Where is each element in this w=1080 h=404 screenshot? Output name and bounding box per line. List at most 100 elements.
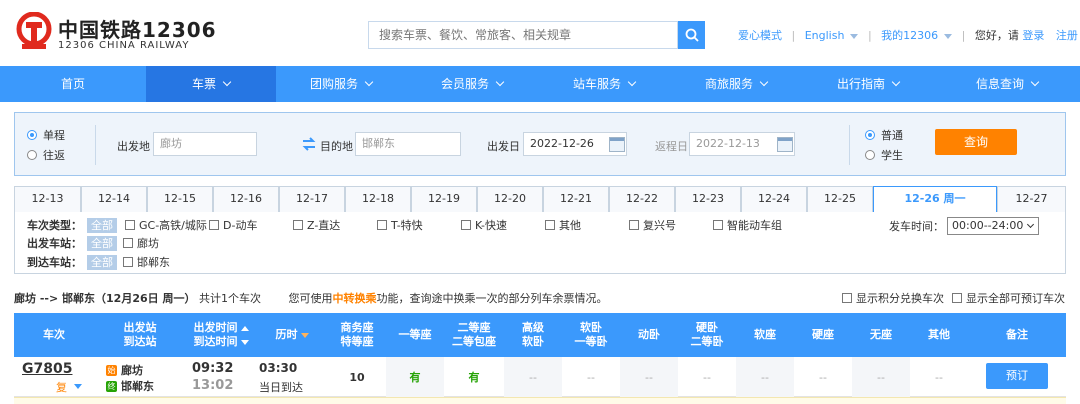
col-stations: 出发站 到达站 — [94, 313, 186, 357]
filter-label: 到达车站： — [27, 256, 82, 269]
ticket-normal-radio[interactable]: 普通 — [865, 127, 903, 143]
filter-type-z[interactable]: Z-直达 — [293, 217, 340, 233]
nav-item-label: 站车服务 — [572, 77, 621, 91]
swap-stations-icon[interactable] — [301, 136, 317, 152]
care-mode-link[interactable]: 爱心模式 — [738, 27, 782, 43]
date-tab[interactable]: 12-21 — [543, 186, 609, 212]
filter-all-button[interactable]: 全部 — [87, 217, 117, 233]
date-tab[interactable]: 12-14 — [81, 186, 147, 212]
nav-item-home[interactable]: 首页 — [0, 66, 146, 102]
nav-item-info[interactable]: 信息查询 — [934, 66, 1080, 102]
depart-time-select[interactable]: 00:00--24:00 — [947, 217, 1039, 235]
filter-from-station[interactable]: 廊坊 — [123, 235, 159, 251]
nav-item-tickets[interactable]: 车票 — [146, 66, 276, 102]
filter-all-button[interactable]: 全部 — [87, 235, 117, 251]
sort-up-icon — [240, 325, 249, 331]
query-button[interactable]: 查询 — [935, 129, 1017, 155]
trip-oneway-radio[interactable]: 单程 — [27, 127, 65, 143]
from-input[interactable]: 廊坊 — [153, 132, 257, 156]
date-tab[interactable]: 12-20 — [477, 186, 543, 212]
nav-item-group[interactable]: 团购服务 — [276, 66, 406, 102]
date-tab[interactable]: 12-22 — [609, 186, 675, 212]
radio-label: 普通 — [881, 129, 903, 142]
second-class-availability[interactable]: 有 — [444, 357, 504, 397]
date-tab[interactable]: 12-18 — [345, 186, 411, 212]
english-link[interactable]: English — [805, 29, 859, 42]
filter-option-label: 智能动车组 — [727, 219, 782, 232]
col-times-line1: 出发时间 — [193, 321, 238, 334]
chevron-down-icon — [759, 77, 769, 87]
filter-option-label: GC-高铁/城际 — [139, 219, 207, 232]
filter-type-k[interactable]: K-快速 — [461, 217, 507, 233]
nav-item-guide[interactable]: 出行指南 — [802, 66, 934, 102]
ticket-student-radio[interactable]: 学生 — [865, 147, 903, 163]
date-tab[interactable]: 12-25 — [807, 186, 873, 212]
filter-all-button[interactable]: 全部 — [87, 254, 117, 270]
train-number-link[interactable]: G7805 — [22, 361, 72, 377]
empty-cell: -- — [587, 370, 595, 384]
date-tab[interactable]: 12-27 — [997, 186, 1066, 212]
date-tab[interactable]: 12-13 — [14, 186, 81, 212]
register-link[interactable]: 注册 — [1056, 27, 1078, 43]
filter-type-smart[interactable]: 智能动车组 — [713, 217, 782, 233]
site-search-input[interactable]: 搜索车票、餐饮、常旅客、相关规章 — [368, 21, 678, 49]
filter-type-t[interactable]: T-特快 — [377, 217, 423, 233]
col-duration[interactable]: 历时 — [256, 313, 328, 357]
date-tab[interactable]: 12-16 — [213, 186, 279, 212]
transfer-hint-post: 功能，查询途中换乘一次的部分列车余票情况。 — [376, 292, 608, 305]
checkbox-icon — [209, 220, 219, 230]
calendar-icon[interactable] — [777, 137, 793, 152]
col-no-seat: 无座 — [870, 328, 892, 341]
nav-item-member[interactable]: 会员服务 — [406, 66, 538, 102]
show-points-checkbox[interactable]: 显示积分兑换车次 — [842, 290, 944, 306]
filter-to-station[interactable]: 邯郸东 — [123, 254, 170, 270]
trip-round-radio[interactable]: 往返 — [27, 147, 65, 163]
date-tab[interactable]: 12-19 — [411, 186, 477, 212]
filter-option-label: 廊坊 — [137, 237, 159, 250]
to-input[interactable]: 邯郸东 — [355, 132, 461, 156]
col-stations-line1: 出发站 — [123, 321, 157, 334]
transfer-link[interactable]: 中转换乘 — [332, 292, 376, 305]
my12306-link[interactable]: 我的12306 — [881, 27, 953, 43]
next-row-strip — [14, 397, 1066, 404]
link-separator: | — [867, 29, 872, 42]
filter-option-label: T-特快 — [391, 219, 423, 232]
col-hard-sleeper-line1: 硬卧 — [696, 321, 718, 334]
empty-cell: -- — [703, 370, 711, 384]
train-count: 共计1个车次 — [198, 292, 261, 305]
col-soft-sleeper-line2: 一等卧 — [574, 335, 608, 348]
filter-type-d[interactable]: D-动车 — [209, 217, 257, 233]
filter-type-fuxing[interactable]: 复兴号 — [629, 217, 676, 233]
chevron-down-icon — [627, 77, 637, 87]
login-link[interactable]: 登录 — [1022, 27, 1044, 43]
result-summary: 廊坊 --> 邯郸东（12月26日 周一） 共计1个车次 您可使用中转换乘功能，… — [14, 290, 607, 306]
first-class-availability[interactable]: 有 — [386, 357, 444, 397]
chevron-down-icon[interactable] — [74, 384, 82, 389]
filter-option-label: 复兴号 — [643, 219, 676, 232]
show-all-checkbox[interactable]: 显示全部可预订车次 — [952, 290, 1065, 306]
calendar-icon[interactable] — [609, 137, 625, 152]
radio-label: 学生 — [881, 149, 903, 162]
date-tab-active[interactable]: 12-26 周一 — [873, 186, 997, 213]
railway-logo-icon[interactable] — [14, 12, 54, 52]
col-first: 一等座 — [398, 328, 432, 341]
nav-item-business[interactable]: 商旅服务 — [670, 66, 802, 102]
date-tab[interactable]: 12-23 — [675, 186, 741, 212]
date-tab[interactable]: 12-24 — [741, 186, 807, 212]
filter-type-other[interactable]: 其他 — [545, 217, 581, 233]
chevron-down-icon — [944, 33, 953, 39]
col-second-line1: 二等座 — [457, 321, 491, 334]
filter-type-gc[interactable]: GC-高铁/城际 — [125, 217, 207, 233]
greeting-text: 您好，请 — [974, 29, 1019, 42]
sort-down-icon — [300, 332, 309, 338]
col-times[interactable]: 出发时间 到达时间 — [186, 313, 256, 357]
date-tab[interactable]: 12-17 — [279, 186, 345, 212]
filter-option-label: D-动车 — [223, 219, 258, 232]
business-seat-count[interactable]: 10 — [328, 357, 386, 397]
book-button[interactable]: 预订 — [986, 363, 1048, 389]
depart-time-label: 发车时间： — [889, 220, 944, 233]
date-tab[interactable]: 12-15 — [147, 186, 213, 212]
col-hard-sleeper: 硬卧 二等卧 — [678, 313, 736, 357]
nav-item-station[interactable]: 站车服务 — [538, 66, 670, 102]
site-search-button[interactable] — [678, 21, 705, 49]
